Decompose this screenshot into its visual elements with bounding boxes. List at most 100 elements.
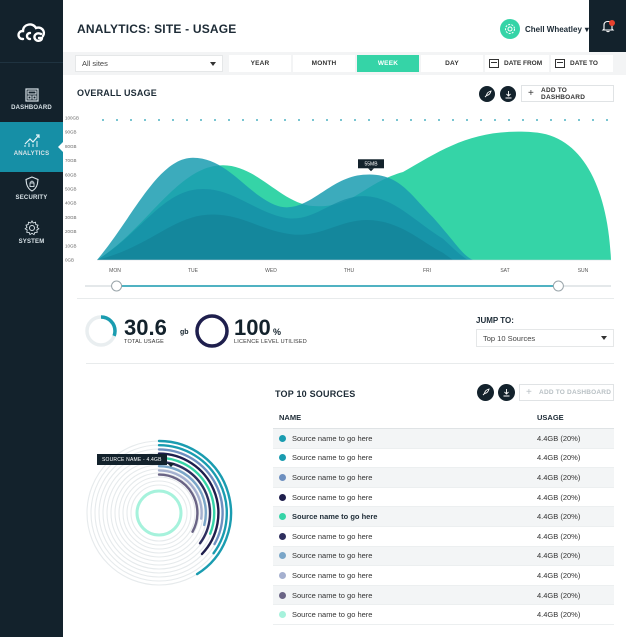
grid-dot — [326, 119, 328, 121]
site-select-value: All sites — [82, 59, 108, 68]
download-icon — [505, 90, 511, 98]
sidebar-item-security[interactable]: SECURITY — [0, 172, 63, 216]
grid-dot — [550, 119, 552, 121]
ring-tooltip: SOURCE NAME - 4.4GB — [97, 454, 167, 465]
plus-icon: + — [526, 387, 533, 398]
table-row[interactable]: Source name to go here 4.4GB (20%) — [273, 546, 614, 567]
grid-dot — [368, 119, 370, 121]
section-divider — [86, 363, 614, 364]
cloud-logo-icon — [16, 23, 45, 42]
source-name: Source name to go here — [292, 570, 373, 580]
tab-month[interactable]: MONTH — [293, 55, 355, 72]
y-tick-label: 60GB — [65, 172, 77, 177]
grid-dot — [424, 119, 426, 121]
gear-icon — [23, 220, 40, 236]
notifications-button[interactable] — [589, 0, 626, 52]
app-root: DASHBOARD ANALYTICS SECURITY SYSTEM ANAL… — [0, 0, 626, 637]
top-sources-title: TOP 10 SOURCES — [275, 389, 356, 399]
share-button[interactable] — [479, 86, 495, 102]
range-slider-handle-end[interactable] — [552, 280, 564, 292]
jump-to-select[interactable]: Top 10 Sources — [476, 329, 614, 347]
tab-week[interactable]: WEEK — [357, 55, 419, 72]
grid-dot — [480, 119, 482, 121]
sidebar: DASHBOARD ANALYTICS SECURITY SYSTEM — [0, 0, 64, 637]
table-row[interactable]: Source name to go here 4.4GB (20%) — [273, 527, 614, 547]
grid-dot — [466, 119, 468, 121]
source-name: Source name to go here — [292, 610, 373, 620]
grid-dot — [452, 119, 454, 121]
usage-chart-svg: 100GB 90GB 80GB 70GB 60GB 50GB 40GB 30GB 20GB 10G… — [65, 116, 611, 292]
total-usage-gauge — [85, 315, 117, 347]
table-row[interactable]: Source name to go here 4.4GB (20%) — [273, 566, 614, 586]
grid-dot — [522, 119, 524, 121]
y-tick-label: 90GB — [65, 130, 77, 135]
source-name-cell: Source name to go here — [273, 551, 531, 560]
download-button[interactable] — [498, 384, 515, 401]
grid-dot — [158, 119, 160, 121]
date-to-label: DATE TO — [570, 60, 598, 67]
grid-dot — [564, 119, 566, 121]
download-button[interactable] — [500, 86, 516, 102]
share-button[interactable] — [477, 384, 494, 401]
x-tick-label: MON — [109, 268, 121, 274]
site-select[interactable]: All sites — [75, 55, 223, 72]
app-logo[interactable] — [0, 0, 63, 63]
grid-dot — [284, 119, 286, 121]
source-color-dot — [279, 434, 286, 442]
shield-icon — [24, 176, 39, 192]
source-color-dot — [279, 571, 286, 579]
tab-day[interactable]: DAY — [421, 55, 483, 72]
user-menu[interactable]: Chell Wheatley ▾ — [500, 19, 589, 39]
source-usage: 4.4GB (20%) — [537, 590, 581, 600]
source-color-dot — [279, 473, 286, 481]
grid-dot — [186, 119, 188, 121]
date-from-button[interactable]: DATE FROM — [485, 55, 549, 72]
chevron-down-icon — [601, 336, 607, 340]
source-name-cell: Source name to go here — [273, 610, 531, 619]
total-usage-value: 30.6 — [124, 315, 167, 340]
tab-year[interactable]: YEAR — [229, 55, 291, 72]
source-color-dot — [279, 532, 286, 540]
grid-dot — [256, 119, 258, 121]
user-name: Chell Wheatley — [525, 24, 582, 34]
licence-gauge — [195, 314, 229, 348]
date-to-button[interactable]: DATE TO — [551, 55, 613, 72]
source-usage: 4.4GB (20%) — [537, 531, 581, 541]
table-row[interactable]: Source name to go here 4.4GB (20%) — [273, 449, 614, 469]
calendar-icon — [555, 59, 565, 68]
plus-icon: + — [528, 88, 535, 99]
source-color-dot — [279, 591, 286, 599]
add-to-dashboard-button[interactable]: + ADD TO DASHBOARD — [519, 384, 614, 401]
table-row[interactable]: Source name to go here 4.4GB (20%) — [273, 468, 614, 488]
table-row[interactable]: Source name to go here 4.4GB (20%) — [273, 488, 614, 508]
source-name-cell: Source name to go here — [273, 493, 531, 502]
table-row[interactable]: Source name to go here 4.4GB (20%) — [273, 585, 614, 606]
table-row[interactable]: Source name to go here 4.4GB (20%) — [273, 605, 614, 625]
source-usage: 4.4GB (20%) — [537, 551, 581, 561]
rocket-icon — [482, 388, 490, 396]
sidebar-item-analytics[interactable]: ANALYTICS — [0, 122, 64, 172]
source-name: Source name to go here — [292, 453, 373, 463]
source-name: Source name to go here — [292, 433, 373, 443]
y-tick-label: 100GB — [65, 116, 79, 121]
y-tick-label: 70GB — [65, 158, 77, 163]
grid-dot — [494, 119, 496, 121]
chevron-down-icon — [210, 62, 216, 66]
source-name-cell: Source name to go here — [273, 591, 531, 600]
add-to-dashboard-button[interactable]: + ADD TO DASHBOARD — [521, 85, 614, 102]
source-color-dot — [279, 611, 286, 619]
jump-to-label: JUMP TO: — [476, 316, 514, 325]
range-slider-handle-start[interactable] — [111, 280, 123, 292]
licence-unit: % — [273, 327, 282, 337]
grid-dot — [312, 119, 314, 121]
table-row[interactable]: Source name to go here 4.4GB (20%) — [273, 429, 614, 449]
table-row[interactable]: Source name to go here 4.4GB (20%) — [273, 507, 614, 527]
source-name-cell: Source name to go here — [273, 434, 531, 443]
source-name: Source name to go here — [292, 551, 373, 561]
source-usage: 4.4GB (20%) — [537, 472, 581, 482]
grid-dot — [382, 119, 384, 121]
total-usage-unit: gb — [180, 329, 189, 336]
source-usage: 4.4GB (20%) — [537, 453, 581, 463]
sidebar-item-system[interactable]: SYSTEM — [0, 216, 63, 260]
y-tick-label: 30GB — [65, 215, 77, 220]
